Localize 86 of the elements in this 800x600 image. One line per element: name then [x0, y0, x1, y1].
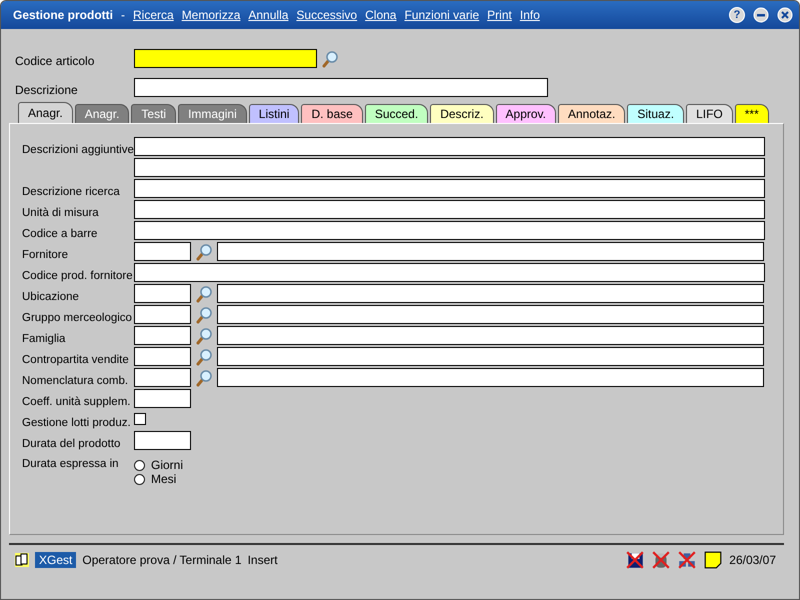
tab[interactable]: Situaz. — [627, 104, 684, 123]
code-field[interactable] — [134, 368, 191, 387]
field-label: Descrizione — [15, 83, 79, 97]
input-field[interactable] — [217, 305, 764, 324]
search-icon[interactable] — [195, 306, 213, 324]
input-field[interactable] — [217, 284, 764, 303]
mode-text: Insert — [248, 553, 278, 567]
tab[interactable]: *** — [734, 104, 769, 123]
operator-text: Operatore prova / Terminale 1 — [82, 553, 242, 567]
menu-link[interactable]: Funzioni varie — [404, 8, 480, 22]
menu-link[interactable]: Annulla — [248, 8, 288, 22]
window-title: Gestione prodotti — [13, 8, 113, 22]
field-label: Coeff. unità supplem. — [22, 396, 132, 408]
field-label: Codice articolo — [15, 54, 96, 68]
radio-label: Mesi — [151, 472, 176, 486]
field-label: Contropartita vendite — [22, 354, 130, 366]
field-label: Ubicazione — [22, 291, 80, 303]
tab[interactable]: LIFO — [686, 104, 733, 123]
database-icon — [651, 550, 672, 570]
tab[interactable]: Descriz. — [430, 104, 494, 123]
field-label: Descrizione ricerca — [22, 186, 121, 198]
menu-link[interactable]: Ricerca — [133, 8, 174, 22]
menu-link[interactable]: Memorizza — [182, 8, 240, 22]
tab[interactable]: Approv. — [496, 104, 556, 123]
code-field[interactable] — [134, 49, 317, 68]
tab[interactable]: Immagini — [178, 104, 247, 123]
radio-button[interactable] — [134, 460, 145, 470]
tab[interactable]: Testi — [131, 104, 176, 123]
search-icon[interactable] — [195, 243, 213, 261]
search-icon[interactable] — [195, 327, 213, 345]
field-label: Codice prod. fornitore — [22, 270, 134, 282]
tab[interactable]: Succed. — [364, 104, 428, 123]
note-icon — [703, 550, 724, 570]
menu-link[interactable]: Clona — [365, 8, 396, 22]
input-field[interactable] — [134, 200, 765, 219]
input-field[interactable] — [134, 158, 765, 177]
input-field[interactable] — [134, 431, 191, 450]
network-icon — [677, 550, 698, 570]
menu-link[interactable]: Successivo — [296, 8, 358, 22]
input-field[interactable] — [217, 242, 764, 261]
floppy-disk-icon — [625, 550, 646, 570]
field-label: Gestione lotti produz. — [22, 417, 132, 429]
input-field[interactable] — [134, 389, 191, 408]
code-field[interactable] — [134, 305, 191, 324]
code-field[interactable] — [134, 347, 191, 366]
input-field[interactable] — [217, 368, 764, 387]
code-field[interactable] — [134, 242, 191, 261]
help-button[interactable]: ? — [729, 7, 745, 23]
code-field[interactable] — [134, 284, 191, 303]
input-field[interactable] — [217, 326, 764, 345]
field-label: Durata del prodotto — [22, 438, 122, 450]
field-label: Unità di misura — [22, 207, 100, 219]
search-icon[interactable] — [195, 348, 213, 366]
input-field[interactable] — [134, 263, 765, 282]
menu-link[interactable]: Print — [487, 8, 512, 22]
tab[interactable]: Anagr. — [18, 102, 73, 123]
input-field[interactable] — [134, 179, 765, 198]
search-icon[interactable] — [321, 50, 339, 68]
field-label: Famiglia — [22, 333, 66, 345]
description-field[interactable] — [134, 78, 548, 97]
status-date: 26/03/07 — [729, 553, 776, 567]
minimize-icon[interactable] — [753, 7, 769, 23]
radio-button[interactable] — [134, 474, 145, 484]
field-label: Nomenclatura comb. — [22, 375, 130, 387]
code-field[interactable] — [134, 326, 191, 345]
input-field[interactable] — [134, 137, 765, 156]
tab[interactable]: Listini — [248, 104, 300, 123]
field-label: Fornitore — [22, 249, 70, 261]
input-field[interactable] — [217, 347, 764, 366]
field-label: Gruppo merceologico — [22, 312, 133, 324]
search-icon[interactable] — [195, 285, 213, 303]
title-separator: - — [121, 8, 125, 22]
close-icon[interactable] — [777, 7, 793, 23]
tab[interactable]: D. base — [301, 104, 363, 123]
menu-link[interactable]: Info — [520, 8, 540, 22]
field-label: Durata espressa in — [22, 458, 120, 470]
checkbox[interactable] — [134, 413, 146, 425]
app-name: XGest — [35, 552, 76, 568]
input-field[interactable] — [134, 221, 765, 240]
field-label: Codice a barre — [22, 228, 98, 240]
radio-label: Giorni — [151, 458, 184, 472]
field-label: Descrizioni aggiuntive — [22, 144, 134, 156]
search-icon[interactable] — [195, 369, 213, 387]
tab[interactable]: Anagr. — [74, 104, 130, 123]
app-icon — [15, 553, 29, 567]
tab[interactable]: Annotaz. — [558, 104, 626, 123]
